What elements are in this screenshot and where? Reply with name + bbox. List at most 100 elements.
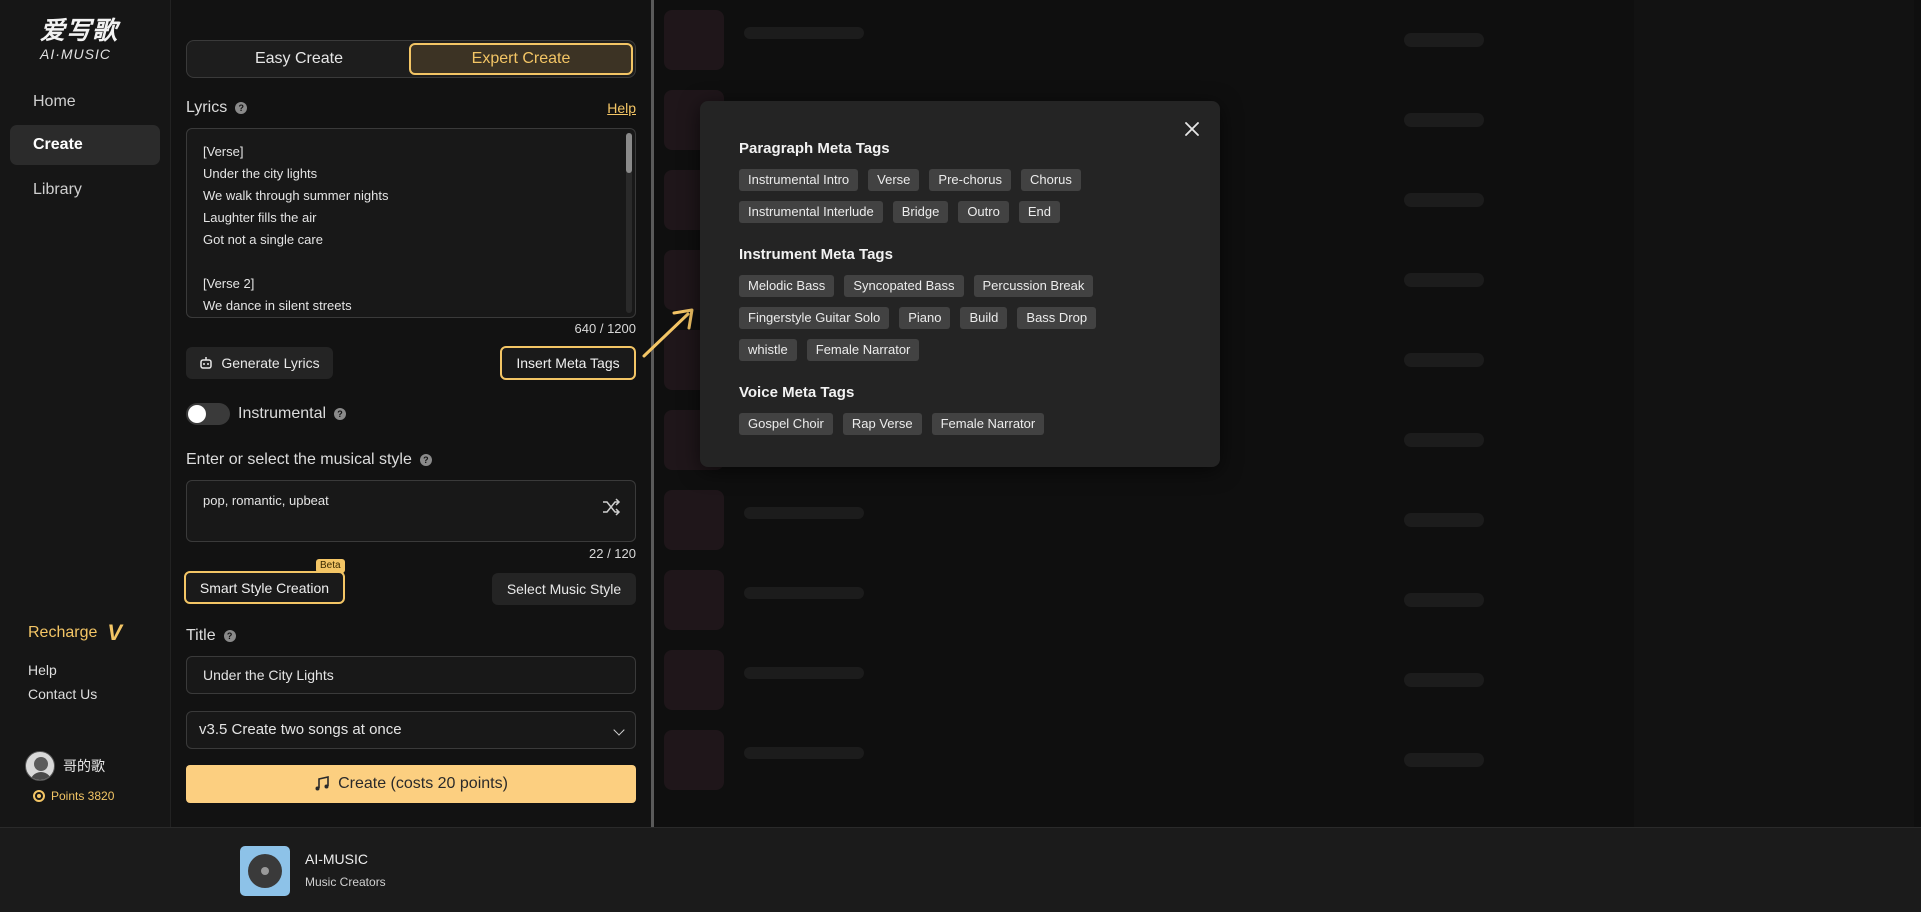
create-panel: Easy Create Expert Create Lyrics ? Help … <box>171 0 651 827</box>
select-music-style-button[interactable]: Select Music Style <box>492 573 636 605</box>
version-select[interactable]: v3.5 Create two songs at once <box>186 711 636 749</box>
vip-icon: V <box>107 620 123 645</box>
avatar <box>25 751 55 781</box>
voice-tags-row: Gospel Choir Rap Verse Female Narrator <box>739 413 1045 435</box>
username: 哥的歌 <box>63 758 105 774</box>
points-text: Points 3820 <box>51 789 115 803</box>
beta-badge: Beta <box>316 559 345 573</box>
meta-tag[interactable]: Chorus <box>1020 169 1081 191</box>
shuffle-icon[interactable] <box>601 497 621 517</box>
lyric-line: [Verse 2] <box>203 276 255 291</box>
lyrics-textarea[interactable]: [Verse] Under the city lights We walk th… <box>186 128 636 318</box>
title-label-row: Title ? <box>186 627 236 645</box>
lyrics-help-link[interactable]: Help <box>607 100 636 116</box>
meta-tag[interactable]: Rap Verse <box>842 413 922 435</box>
user-profile[interactable]: 哥的歌 <box>25 751 105 781</box>
sidebar-item-library[interactable]: Library <box>10 170 160 210</box>
lyrics-help-icon[interactable]: ? <box>235 102 248 114</box>
logo-cn-text: 爱写歌 <box>40 16 119 45</box>
meta-tag[interactable]: Bass Drop <box>1017 307 1097 329</box>
lyrics-counter: 640 / 1200 <box>574 321 636 336</box>
lyrics-scroll-thumb[interactable] <box>626 133 632 173</box>
lyric-line: [Verse] <box>203 144 244 159</box>
close-icon[interactable] <box>1182 119 1202 139</box>
mode-toggle: Easy Create Expert Create <box>186 40 636 78</box>
meta-tag[interactable]: Instrumental Interlude <box>739 201 883 223</box>
song-badge-placeholder <box>1404 113 1484 127</box>
song-badge-placeholder <box>1404 673 1484 687</box>
insert-meta-tags-button[interactable]: Insert Meta Tags <box>500 346 636 380</box>
meta-tag[interactable]: Fingerstyle Guitar Solo <box>739 307 890 329</box>
meta-tag[interactable]: Piano <box>899 307 951 329</box>
song-badge-placeholder <box>1404 353 1484 367</box>
meta-tag[interactable]: Gospel Choir <box>739 413 833 435</box>
create-button[interactable]: Create (costs 20 points) <box>186 765 636 803</box>
list-item <box>664 645 1904 715</box>
meta-tag[interactable]: Bridge <box>892 201 949 223</box>
song-thumbnail <box>664 570 724 630</box>
paragraph-tags-row: Instrumental Interlude Bridge Outro End <box>739 201 1060 223</box>
style-help-icon[interactable]: ? <box>419 454 432 466</box>
song-thumbnail <box>664 10 724 70</box>
list-item <box>664 725 1904 795</box>
album-cover[interactable] <box>240 846 290 896</box>
player-track-title: AI-MUSIC <box>305 851 368 867</box>
generate-lyrics-button[interactable]: Generate Lyrics <box>186 347 333 379</box>
lyric-line: Got not a single care <box>203 232 323 247</box>
app-logo[interactable]: 爱写歌 AI·MUSIC <box>40 16 140 62</box>
meta-tag[interactable]: End <box>1018 201 1060 223</box>
instrumental-label-row: Instrumental ? <box>238 405 347 423</box>
sidebar: 爱写歌 AI·MUSIC Home Create Library Recharg… <box>0 0 171 827</box>
help-link-sidebar[interactable]: Help <box>28 662 57 678</box>
song-badge-placeholder <box>1404 593 1484 607</box>
lyrics-label: Lyrics <box>186 99 228 116</box>
lyric-line <box>203 251 619 273</box>
recharge-label: Recharge <box>28 624 98 641</box>
sidebar-item-create[interactable]: Create <box>10 125 160 165</box>
song-title-placeholder <box>744 667 864 679</box>
voice-meta-tags-title: Voice Meta Tags <box>739 384 855 401</box>
title-help-icon[interactable]: ? <box>223 630 236 642</box>
meta-tag[interactable]: Female Narrator <box>931 413 1045 435</box>
meta-tag[interactable]: Female Narrator <box>806 339 920 361</box>
lyric-line: Under the city lights <box>203 166 318 181</box>
meta-tag[interactable]: Melodic Bass <box>739 275 835 297</box>
create-button-label: Create (costs 20 points) <box>338 775 508 792</box>
version-select-value: v3.5 Create two songs at once <box>199 721 402 738</box>
chevron-down-icon <box>613 724 625 736</box>
smart-style-creation-button[interactable]: Smart Style Creation <box>184 571 345 604</box>
song-badge-placeholder <box>1404 33 1484 47</box>
tab-easy-create[interactable]: Easy Create <box>189 43 409 75</box>
instrumental-toggle[interactable] <box>186 403 230 425</box>
meta-tag[interactable]: Build <box>960 307 1008 329</box>
sidebar-item-home[interactable]: Home <box>10 82 160 122</box>
song-badge-placeholder <box>1404 433 1484 447</box>
instrument-tags-row: whistle Female Narrator <box>739 339 920 361</box>
tab-expert-create[interactable]: Expert Create <box>409 43 633 75</box>
list-item <box>664 5 1904 75</box>
song-thumbnail <box>664 490 724 550</box>
style-input[interactable]: pop, romantic, upbeat <box>186 480 636 542</box>
song-thumbnail <box>664 650 724 710</box>
meta-tag[interactable]: Pre-chorus <box>929 169 1011 191</box>
logo-en-text: AI·MUSIC <box>40 46 111 62</box>
meta-tag[interactable]: whistle <box>739 339 797 361</box>
meta-tag[interactable]: Outro <box>958 201 1009 223</box>
recharge-link[interactable]: Recharge V <box>28 620 122 646</box>
style-input-value: pop, romantic, upbeat <box>203 493 329 508</box>
lyrics-label-row: Lyrics ? <box>186 99 248 117</box>
list-item <box>664 485 1904 555</box>
lyrics-scrollbar[interactable] <box>626 133 632 313</box>
meta-tag[interactable]: Syncopated Bass <box>844 275 964 297</box>
list-item <box>664 565 1904 635</box>
title-input[interactable]: Under the City Lights <box>186 656 636 694</box>
style-label-row: Enter or select the musical style ? <box>186 451 432 469</box>
points-display: Points 3820 <box>33 789 114 803</box>
style-counter: 22 / 120 <box>589 546 636 561</box>
meta-tag[interactable]: Verse <box>868 169 920 191</box>
instrumental-label: Instrumental <box>238 405 327 422</box>
meta-tag[interactable]: Percussion Break <box>973 275 1094 297</box>
contact-us-link[interactable]: Contact Us <box>28 686 97 702</box>
meta-tag[interactable]: Instrumental Intro <box>739 169 859 191</box>
instrumental-help-icon[interactable]: ? <box>334 408 347 420</box>
